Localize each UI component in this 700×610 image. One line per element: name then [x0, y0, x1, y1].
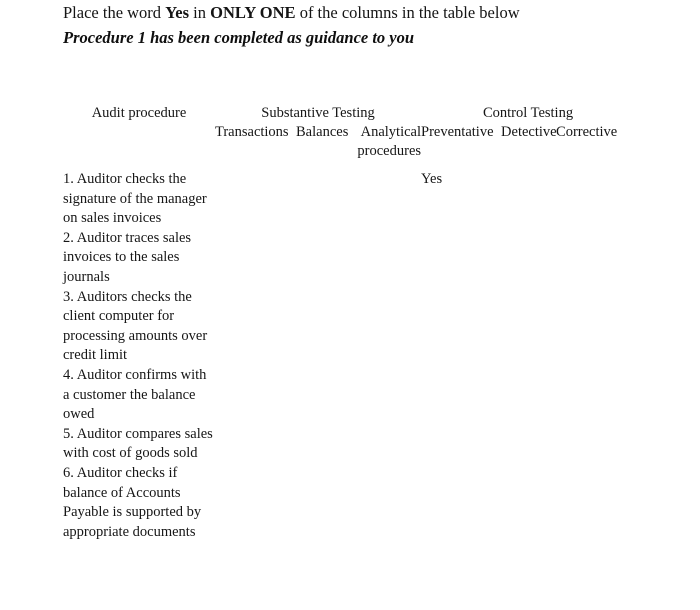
answer-corrective[interactable] — [556, 288, 635, 366]
table-row: 1. Auditor checks the signature of the m… — [63, 170, 635, 229]
procedure-text: 2. Auditor traces sales invoices to the … — [63, 229, 192, 285]
procedure-text: 4. Auditor confirms with a customer the … — [63, 366, 207, 423]
audit-procedures-table: Audit procedure Substantive Testing Cont… — [63, 104, 635, 542]
sub-header-blank — [63, 123, 215, 161]
sub-header-transactions: Transactions — [215, 124, 289, 140]
answer-preventative[interactable] — [421, 464, 501, 542]
table-row: 4. Auditor confirms with a customer the … — [63, 366, 635, 425]
instruction-text-pre: Place the word — [63, 3, 166, 22]
answer-preventative[interactable] — [421, 425, 501, 464]
table-header: Audit procedure Substantive Testing Cont… — [63, 104, 635, 170]
instruction-line-1: Place the word Yes in ONLY ONE of the co… — [63, 2, 643, 24]
procedure-text: 1. Auditor checks the signature of the m… — [63, 171, 207, 227]
table-row: 2. Auditor traces sales invoices to the … — [63, 229, 635, 288]
instruction-line-2: Procedure 1 has been completed as guidan… — [63, 28, 415, 47]
procedure-text: 3. Auditors checks the client computer f… — [63, 288, 208, 364]
answer-transactions[interactable] — [215, 288, 296, 366]
instruction-text-post: of the columns in the table below — [295, 3, 520, 22]
answer-corrective[interactable] — [556, 229, 635, 288]
answer-corrective[interactable] — [556, 170, 635, 229]
answer-balances[interactable] — [296, 229, 343, 288]
answer-transactions[interactable] — [215, 464, 296, 542]
group-header-audit-procedure: Audit procedure — [91, 105, 187, 121]
answer-preventative[interactable] — [421, 366, 501, 425]
answer-corrective[interactable] — [556, 366, 635, 425]
answer-analytical[interactable] — [343, 229, 421, 288]
sub-header-analytical-procedures: Analytical procedures — [357, 124, 422, 159]
sub-header-balances: Balances — [296, 124, 349, 140]
instruction-bold-only-one: ONLY ONE — [210, 3, 296, 22]
instruction-text-mid: in — [189, 3, 211, 22]
answer-corrective[interactable] — [556, 425, 635, 464]
answer-detective[interactable] — [501, 366, 556, 425]
answer-analytical[interactable] — [343, 366, 421, 425]
answer-preventative[interactable] — [421, 288, 501, 366]
group-header-row: Audit procedure Substantive Testing Cont… — [63, 104, 635, 123]
answer-balances[interactable] — [296, 366, 343, 425]
procedure-text: 6. Auditor checks if balance of Accounts… — [63, 464, 202, 540]
answer-transactions[interactable] — [215, 170, 296, 229]
table-row: 3. Auditors checks the client computer f… — [63, 288, 635, 366]
answer-balances[interactable] — [296, 170, 343, 229]
answer-transactions[interactable] — [215, 229, 296, 288]
answer-detective[interactable] — [501, 425, 556, 464]
answer-detective[interactable] — [501, 288, 556, 366]
answer-detective[interactable] — [501, 170, 556, 229]
answer-detective[interactable] — [501, 229, 556, 288]
header-spacer-row — [63, 161, 635, 170]
group-header-substantive-testing: Substantive Testing — [261, 105, 375, 121]
sub-header-corrective: Corrective — [556, 124, 618, 140]
procedure-text: 5. Auditor compares sales with cost of g… — [63, 425, 213, 462]
answer-balances[interactable] — [296, 425, 343, 464]
instructions-block: Place the word Yes in ONLY ONE of the co… — [63, 2, 643, 49]
answer-corrective[interactable] — [556, 464, 635, 542]
document-page: Place the word Yes in ONLY ONE of the co… — [0, 0, 700, 610]
answer-analytical[interactable] — [343, 464, 421, 542]
sub-header-preventative: Preventative — [421, 124, 494, 140]
group-header-control-testing: Control Testing — [482, 105, 574, 121]
sub-header-row: Transactions Balances Analytical procedu… — [63, 123, 635, 161]
answer-analytical[interactable] — [343, 425, 421, 464]
answer-transactions[interactable] — [215, 366, 296, 425]
answer-detective[interactable] — [501, 464, 556, 542]
table-body: 1. Auditor checks the signature of the m… — [63, 170, 635, 542]
answer-transactions[interactable] — [215, 425, 296, 464]
sub-header-detective: Detective — [501, 124, 557, 140]
answer-analytical[interactable] — [343, 288, 421, 366]
instruction-bold-yes: Yes — [165, 3, 190, 22]
answer-analytical[interactable] — [343, 170, 421, 229]
answer-balances[interactable] — [296, 464, 343, 542]
table-row: 5. Auditor compares sales with cost of g… — [63, 425, 635, 464]
answer-balances[interactable] — [296, 288, 343, 366]
answer-preventative[interactable]: Yes — [421, 170, 501, 229]
answer-preventative[interactable] — [421, 229, 501, 288]
table-row: 6. Auditor checks if balance of Accounts… — [63, 464, 635, 542]
